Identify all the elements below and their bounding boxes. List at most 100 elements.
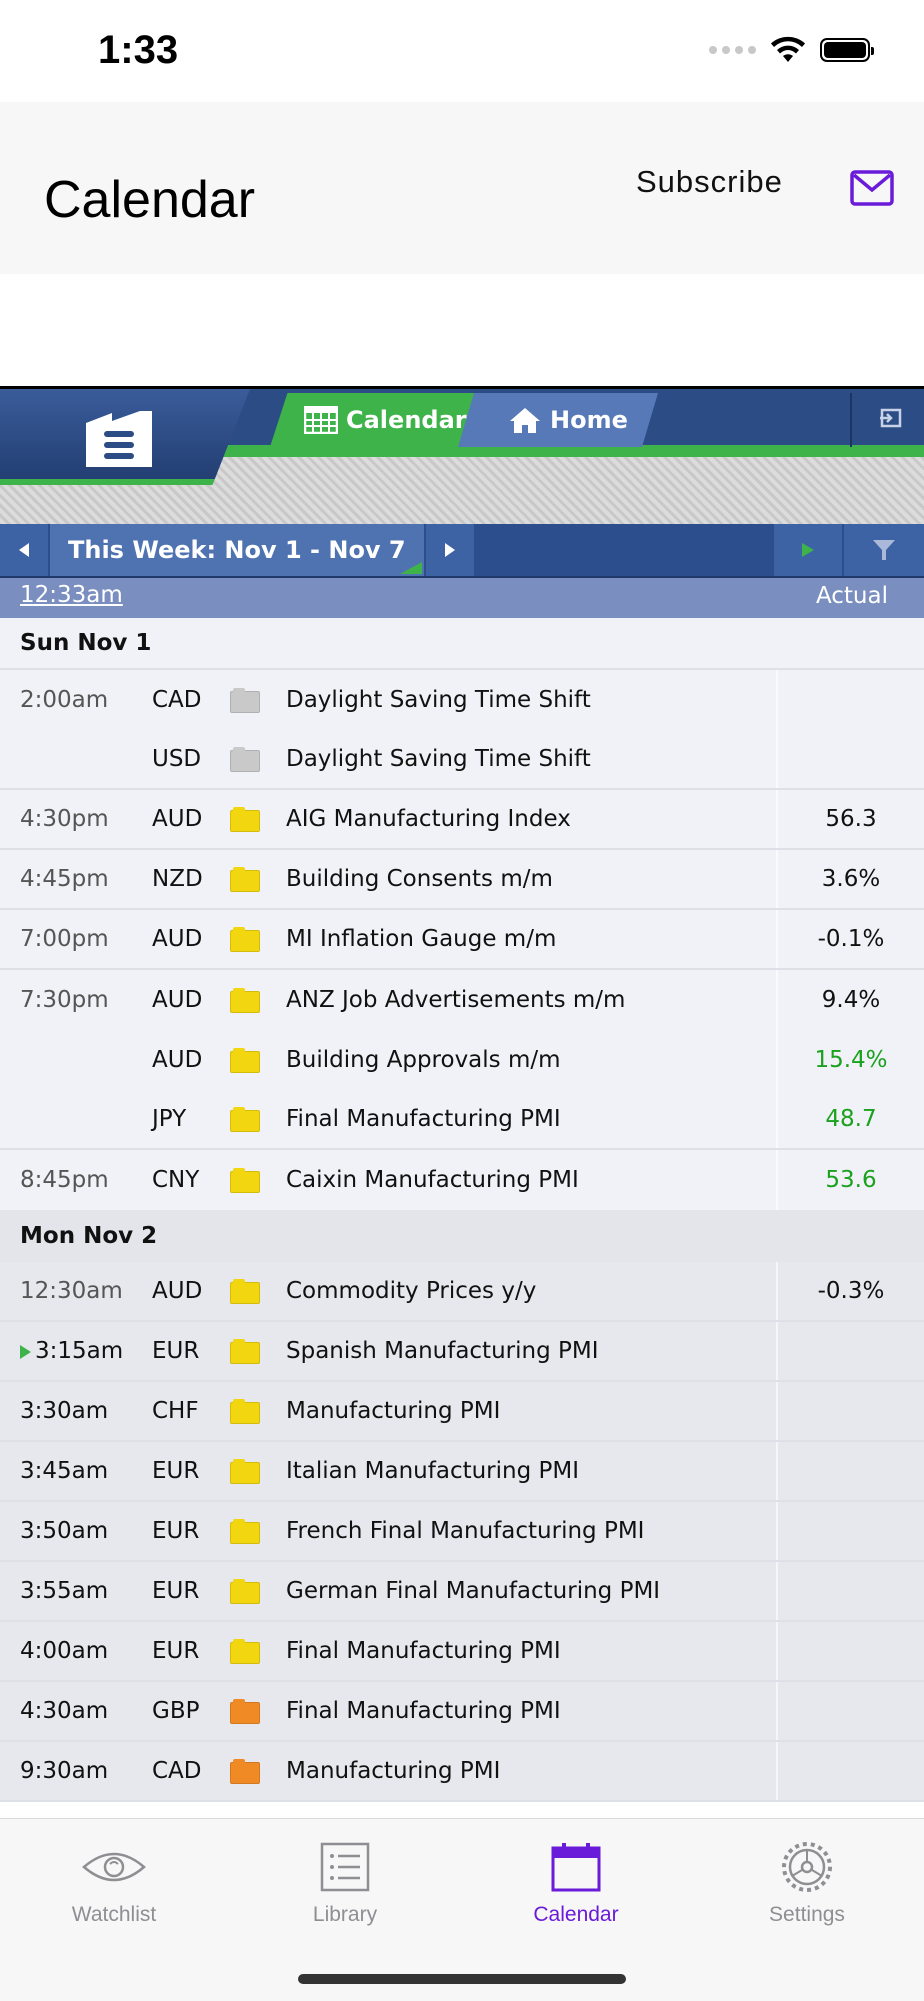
event-row[interactable]: 8:45pm CNY Caixin Manufacturing PMI 53.6 bbox=[0, 1150, 924, 1210]
event-title: Commodity Prices y/y bbox=[286, 1278, 537, 1304]
impact-folder-icon[interactable] bbox=[230, 688, 260, 713]
tab-calendar-label: Calendar bbox=[533, 1903, 619, 1926]
current-event-marker bbox=[20, 1344, 31, 1359]
filter-button[interactable] bbox=[844, 524, 924, 576]
current-time-link[interactable]: 12:33am bbox=[20, 582, 123, 608]
home-icon bbox=[510, 408, 540, 433]
event-currency: CNY bbox=[152, 1167, 200, 1193]
event-actual: 56.3 bbox=[825, 806, 877, 832]
event-row[interactable]: 3:15am EUR Spanish Manufacturing PMI bbox=[0, 1322, 924, 1382]
event-currency: CAD bbox=[152, 687, 202, 713]
event-time: 4:30pm bbox=[20, 806, 145, 832]
event-row[interactable]: 7:00pm AUD MI Inflation Gauge m/m -0.1% bbox=[0, 910, 924, 970]
event-title: Building Consents m/m bbox=[286, 866, 553, 892]
event-row[interactable]: 3:30am CHF Manufacturing PMI bbox=[0, 1382, 924, 1442]
week-label[interactable]: This Week: Nov 1 - Nov 7 bbox=[50, 524, 424, 576]
impact-folder-icon[interactable] bbox=[230, 1168, 260, 1193]
tab-home-label: Home bbox=[550, 406, 628, 434]
impact-folder-icon[interactable] bbox=[230, 1399, 260, 1424]
event-currency: AUD bbox=[152, 987, 203, 1013]
event-time-text: 4:30pm bbox=[20, 806, 109, 832]
actual-column-separator bbox=[776, 1742, 778, 1800]
event-time: 3:15am bbox=[20, 1338, 145, 1364]
event-row[interactable]: 7:30pm AUD ANZ Job Advertisements m/m 9.4% bbox=[0, 970, 924, 1030]
list-icon bbox=[320, 1842, 370, 1892]
tab-home-site[interactable]: Home bbox=[458, 393, 658, 447]
impact-folder-icon[interactable] bbox=[230, 1048, 260, 1073]
event-row[interactable]: 4:30pm AUD AIG Manufacturing Index 56.3 bbox=[0, 790, 924, 850]
tab-calendar-label: Calendar bbox=[346, 406, 467, 434]
event-currency: AUD bbox=[152, 1278, 203, 1304]
tab-calendar[interactable]: Calendar bbox=[476, 1837, 676, 1927]
event-row[interactable]: USD Daylight Saving Time Shift bbox=[0, 730, 924, 790]
menu-icon[interactable] bbox=[84, 409, 154, 469]
event-row[interactable]: 9:30am CAD Manufacturing PMI bbox=[0, 1742, 924, 1802]
event-currency: EUR bbox=[152, 1458, 200, 1484]
day-header: Mon Nov 2 bbox=[0, 1210, 924, 1262]
event-time-text: 3:30am bbox=[20, 1398, 109, 1424]
event-title: Building Approvals m/m bbox=[286, 1047, 561, 1073]
event-row[interactable]: 2:00am CAD Daylight Saving Time Shift bbox=[0, 670, 924, 730]
tab-watchlist[interactable]: Watchlist bbox=[14, 1837, 214, 1927]
tab-library[interactable]: Library bbox=[245, 1837, 445, 1927]
jump-to-now-button[interactable] bbox=[774, 524, 842, 576]
event-actual: -0.1% bbox=[817, 926, 885, 952]
event-time: 3:45am bbox=[20, 1458, 145, 1484]
impact-folder-icon[interactable] bbox=[230, 1699, 260, 1724]
event-actual: 9.4% bbox=[821, 987, 881, 1013]
event-title: ANZ Job Advertisements m/m bbox=[286, 987, 626, 1013]
event-currency: EUR bbox=[152, 1638, 200, 1664]
impact-folder-icon[interactable] bbox=[230, 1759, 260, 1784]
impact-folder-icon[interactable] bbox=[230, 1107, 260, 1132]
event-time: 8:45pm bbox=[20, 1167, 145, 1193]
event-row[interactable]: 12:30am AUD Commodity Prices y/y -0.3% bbox=[0, 1262, 924, 1322]
header-separator bbox=[850, 393, 852, 447]
event-row[interactable]: JPY Final Manufacturing PMI 48.7 bbox=[0, 1090, 924, 1150]
tab-calendar-site[interactable]: Calendar bbox=[270, 393, 488, 447]
impact-folder-icon[interactable] bbox=[230, 747, 260, 772]
day-header: Sun Nov 1 bbox=[0, 618, 924, 670]
subscribe-button[interactable]: Subscribe bbox=[636, 164, 783, 200]
impact-folder-icon[interactable] bbox=[230, 1339, 260, 1364]
impact-folder-icon[interactable] bbox=[230, 988, 260, 1013]
gear-icon bbox=[782, 1842, 832, 1892]
exit-icon[interactable] bbox=[878, 407, 902, 429]
event-row[interactable]: AUD Building Approvals m/m 15.4% bbox=[0, 1030, 924, 1090]
previous-week-button[interactable] bbox=[0, 524, 48, 576]
status-bar: 1:33 bbox=[0, 0, 924, 102]
event-time: 2:00am bbox=[20, 687, 145, 713]
day-section: Sun Nov 1 2:00am CAD Daylight Saving Time … bbox=[0, 618, 924, 1210]
event-time-text: 7:30pm bbox=[20, 987, 109, 1013]
impact-folder-icon[interactable] bbox=[230, 807, 260, 832]
impact-folder-icon[interactable] bbox=[230, 1519, 260, 1544]
event-time: 12:30am bbox=[20, 1278, 145, 1304]
event-row[interactable]: 4:30am GBP Final Manufacturing PMI bbox=[0, 1682, 924, 1742]
actual-column-separator bbox=[776, 730, 778, 788]
calendar-list: Sun Nov 1 2:00am CAD Daylight Saving Time … bbox=[0, 618, 924, 1818]
event-row[interactable]: 3:50am EUR French Final Manufacturing PMI bbox=[0, 1502, 924, 1562]
actual-column-separator bbox=[776, 1442, 778, 1500]
tab-settings[interactable]: Settings bbox=[707, 1837, 907, 1927]
week-navigation: This Week: Nov 1 - Nov 7 bbox=[0, 524, 924, 578]
impact-folder-icon[interactable] bbox=[230, 1459, 260, 1484]
event-time: 4:00am bbox=[20, 1638, 145, 1664]
event-time-text: 7:00pm bbox=[20, 926, 109, 952]
impact-folder-icon[interactable] bbox=[230, 1639, 260, 1664]
event-row[interactable]: 4:00am EUR Final Manufacturing PMI bbox=[0, 1622, 924, 1682]
event-actual: 53.6 bbox=[825, 1167, 877, 1193]
event-title: German Final Manufacturing PMI bbox=[286, 1578, 661, 1604]
event-row[interactable]: 3:55am EUR German Final Manufacturing PMI bbox=[0, 1562, 924, 1622]
impact-folder-icon[interactable] bbox=[230, 867, 260, 892]
event-row[interactable]: 4:45pm NZD Building Consents m/m 3.6% bbox=[0, 850, 924, 910]
event-currency: EUR bbox=[152, 1578, 200, 1604]
event-row[interactable]: 3:45am EUR Italian Manufacturing PMI bbox=[0, 1442, 924, 1502]
impact-folder-icon[interactable] bbox=[230, 1579, 260, 1604]
impact-folder-icon[interactable] bbox=[230, 1279, 260, 1304]
next-week-button[interactable] bbox=[426, 524, 474, 576]
event-time: 4:45pm bbox=[20, 866, 145, 892]
mail-icon[interactable] bbox=[850, 170, 894, 206]
impact-folder-icon[interactable] bbox=[230, 927, 260, 952]
event-title: Final Manufacturing PMI bbox=[286, 1698, 561, 1724]
event-title: Italian Manufacturing PMI bbox=[286, 1458, 580, 1484]
event-time: 7:00pm bbox=[20, 926, 145, 952]
